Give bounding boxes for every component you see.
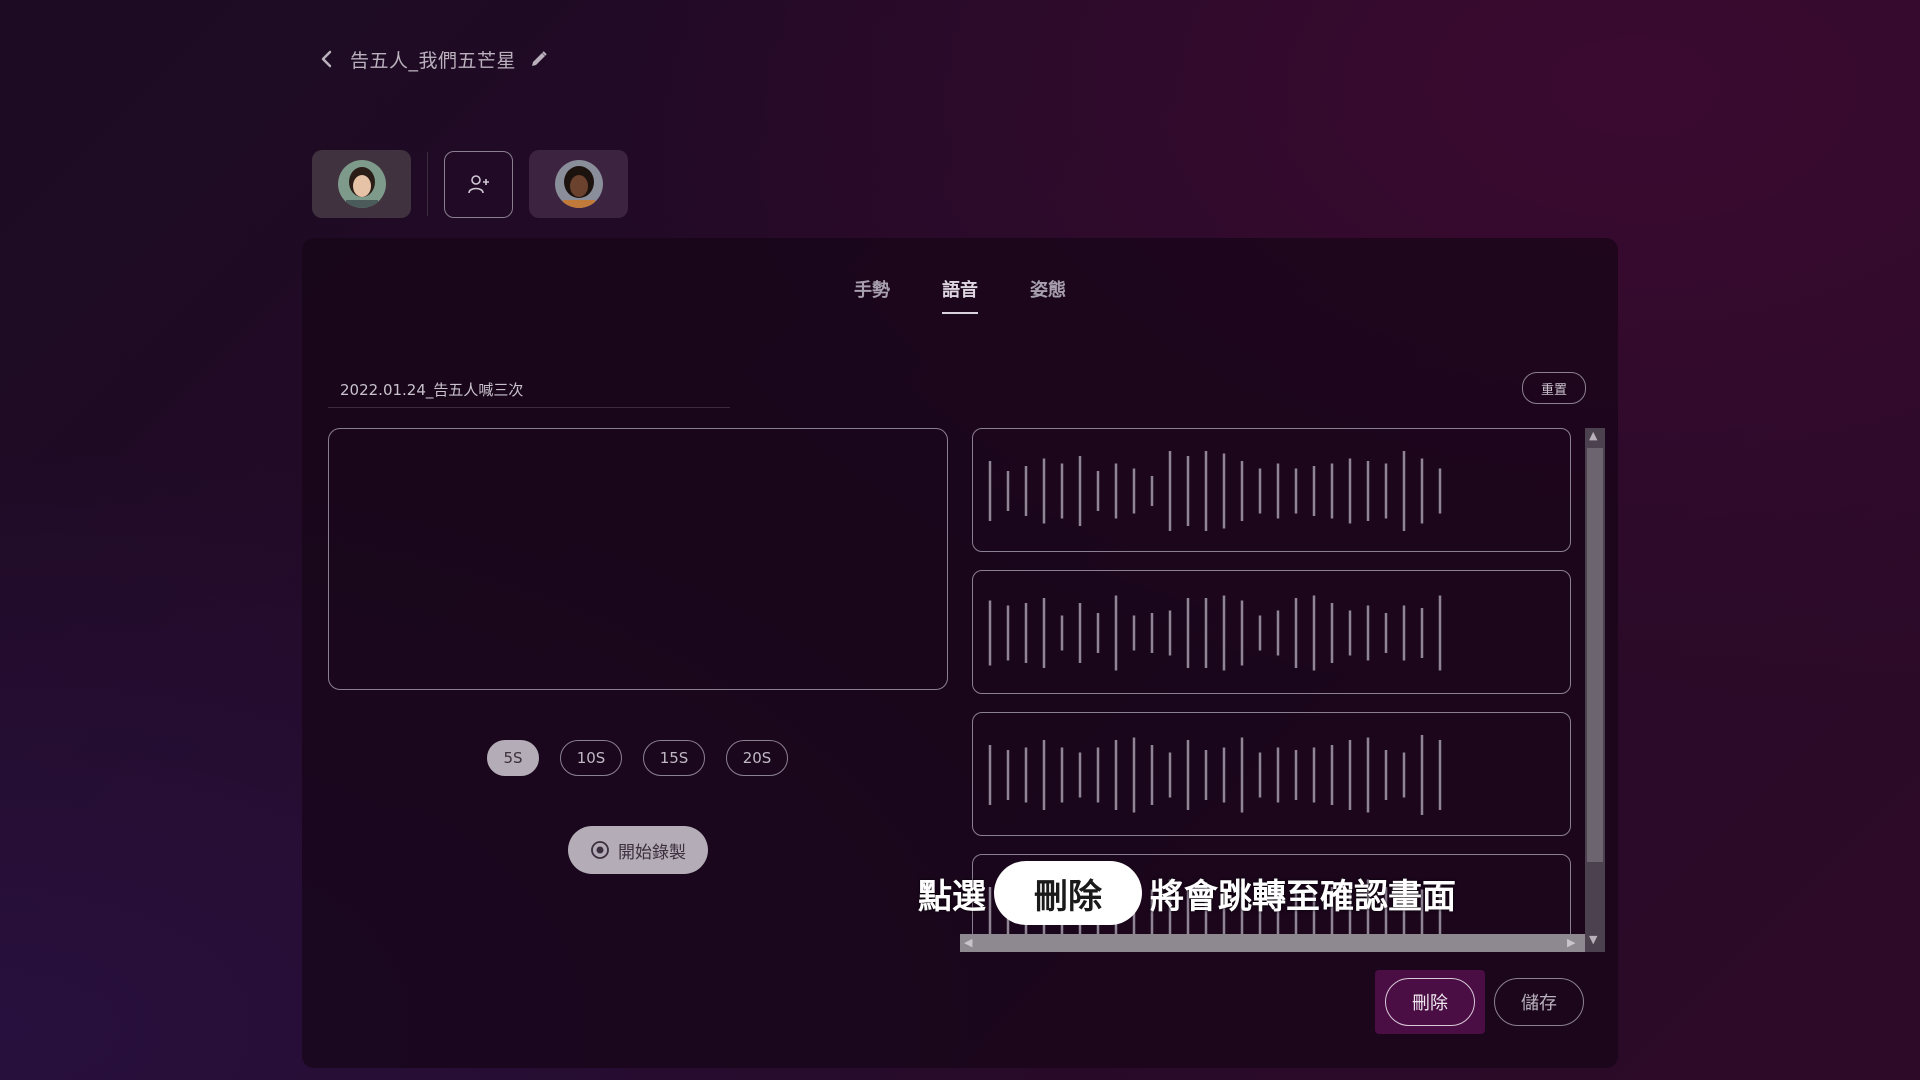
delete-button[interactable]: 刪除 <box>1385 978 1475 1026</box>
scroll-right-icon[interactable]: ▶ <box>1567 936 1575 950</box>
start-recording-label: 開始錄製 <box>618 842 686 863</box>
waveform-card[interactable] <box>972 712 1571 836</box>
waveform-card[interactable] <box>972 570 1571 694</box>
horizontal-scrollbar[interactable]: ◀ ▶ <box>960 934 1585 952</box>
vertical-scrollbar[interactable]: ▲ ▼ <box>1585 428 1605 952</box>
avatar-divider <box>427 152 428 216</box>
reset-button[interactable]: 重置 <box>1522 372 1586 404</box>
chevron-left-icon <box>321 50 332 68</box>
avatar <box>337 160 386 208</box>
scroll-up-icon[interactable]: ▲ <box>1589 430 1597 442</box>
scroll-down-icon[interactable]: ▼ <box>1589 934 1597 946</box>
delete-highlight: 刪除 <box>1375 970 1485 1034</box>
pencil-icon <box>532 51 547 66</box>
waveform-card[interactable] <box>972 428 1571 552</box>
start-recording-button[interactable]: 開始錄製 <box>568 826 708 874</box>
save-button[interactable]: 儲存 <box>1494 978 1584 1026</box>
caption-highlight: 刪除 <box>994 861 1142 925</box>
caption-prefix: 點選 <box>918 876 986 917</box>
duration-selector: 5S 10S 15S 20S <box>487 740 788 776</box>
record-icon <box>591 841 609 859</box>
avatar <box>554 160 603 208</box>
app-root: 告五人_我們五芒星 手勢 語音 姿態 2022.01.24_告五人喊三次 重置 … <box>0 0 1920 1080</box>
main-panel: 手勢 語音 姿態 重置 5S 10S 15S 20S 開始錄製 ▲ ▼ <box>302 238 1618 1068</box>
avatar-tile-2[interactable] <box>529 150 628 218</box>
add-user-button[interactable] <box>444 150 513 218</box>
duration-5s-button[interactable]: 5S <box>487 740 539 776</box>
tab-voice[interactable]: 語音 <box>942 276 978 314</box>
scroll-left-icon[interactable]: ◀ <box>964 936 972 950</box>
tab-bar: 手勢 語音 姿態 <box>302 276 1618 314</box>
tab-gesture[interactable]: 手勢 <box>854 276 890 314</box>
duration-10s-button[interactable]: 10S <box>560 740 622 776</box>
scrollbar-thumb[interactable] <box>1587 448 1603 862</box>
avatar-row <box>312 150 628 218</box>
add-user-icon <box>467 175 489 194</box>
tutorial-caption: 點選 刪除 將會跳轉至確認畫面 <box>918 860 1456 926</box>
caption-suffix: 將會跳轉至確認畫面 <box>1150 876 1456 917</box>
back-button[interactable] <box>316 44 338 74</box>
header: 告五人_我們五芒星 <box>316 44 550 74</box>
edit-title-button[interactable] <box>528 48 550 70</box>
recording-name-input[interactable] <box>328 372 730 408</box>
tab-pose[interactable]: 姿態 <box>1030 276 1066 314</box>
duration-20s-button[interactable]: 20S <box>726 740 788 776</box>
page-title: 告五人_我們五芒星 <box>350 49 517 72</box>
recording-preview <box>328 428 948 690</box>
avatar-tile-1[interactable] <box>312 150 411 218</box>
duration-15s-button[interactable]: 15S <box>643 740 705 776</box>
